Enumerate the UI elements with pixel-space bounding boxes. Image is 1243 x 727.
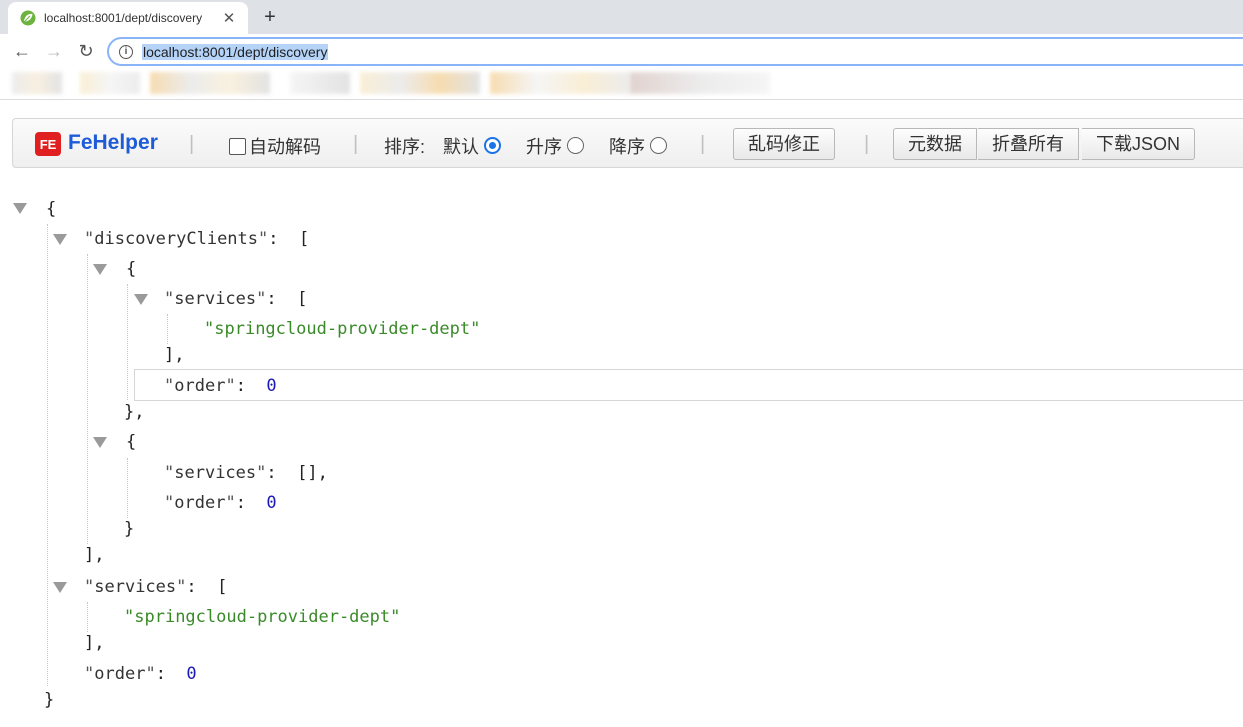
json-object-open: {	[126, 259, 137, 279]
collapse-toggle-icon[interactable]	[53, 582, 67, 593]
json-key: discoveryClients	[94, 229, 259, 249]
json-string: springcloud-provider-dept	[214, 319, 471, 339]
json-string: springcloud-provider-dept	[134, 607, 391, 627]
indent-guide	[167, 314, 168, 344]
json-key-row[interactable]: "order": 0	[84, 661, 197, 687]
json-array-close: ],	[84, 633, 105, 653]
json-array-close: ],	[84, 545, 105, 565]
json-string-value[interactable]: "springcloud-provider-dept"	[204, 316, 480, 342]
indent-guide	[127, 458, 128, 518]
json-number: 0	[266, 376, 277, 396]
indent-guide	[87, 602, 88, 632]
json-key-row[interactable]: "services": [	[164, 286, 307, 312]
collapse-toggle-icon[interactable]	[53, 234, 67, 245]
json-key: services	[94, 577, 177, 597]
json-viewer: { "discoveryClients": [ { "services": [ …	[0, 0, 1243, 727]
indent-guide	[127, 284, 128, 400]
json-root-open: {	[46, 199, 57, 219]
json-key: order	[174, 493, 226, 513]
json-key: order	[94, 664, 146, 684]
json-key-row[interactable]: "order": 0	[164, 373, 277, 399]
json-key: order	[174, 376, 226, 396]
json-key-row[interactable]: "discoveryClients": [	[84, 226, 309, 252]
json-key-row[interactable]: "services": [	[84, 574, 227, 600]
json-number: 0	[266, 493, 277, 513]
json-key: services	[174, 289, 257, 309]
json-object-close: },	[124, 402, 145, 422]
json-key-row[interactable]: "order": 0	[164, 490, 277, 516]
collapse-toggle-icon[interactable]	[13, 203, 27, 214]
json-object-close: }	[124, 519, 135, 539]
collapse-toggle-icon[interactable]	[93, 264, 107, 275]
json-number: 0	[186, 664, 197, 684]
json-key: services	[174, 463, 257, 483]
json-key-row[interactable]: "services": [],	[164, 460, 328, 486]
json-string-value[interactable]: "springcloud-provider-dept"	[124, 604, 400, 630]
json-empty-array: [],	[297, 463, 328, 483]
indent-guide	[87, 254, 88, 544]
json-object-open: {	[126, 432, 137, 452]
json-root-close: }	[44, 690, 55, 710]
collapse-toggle-icon[interactable]	[93, 437, 107, 448]
hovered-row[interactable]	[134, 369, 1243, 401]
json-array-close: ],	[164, 345, 185, 365]
collapse-toggle-icon[interactable]	[134, 294, 148, 305]
indent-guide	[47, 224, 48, 686]
